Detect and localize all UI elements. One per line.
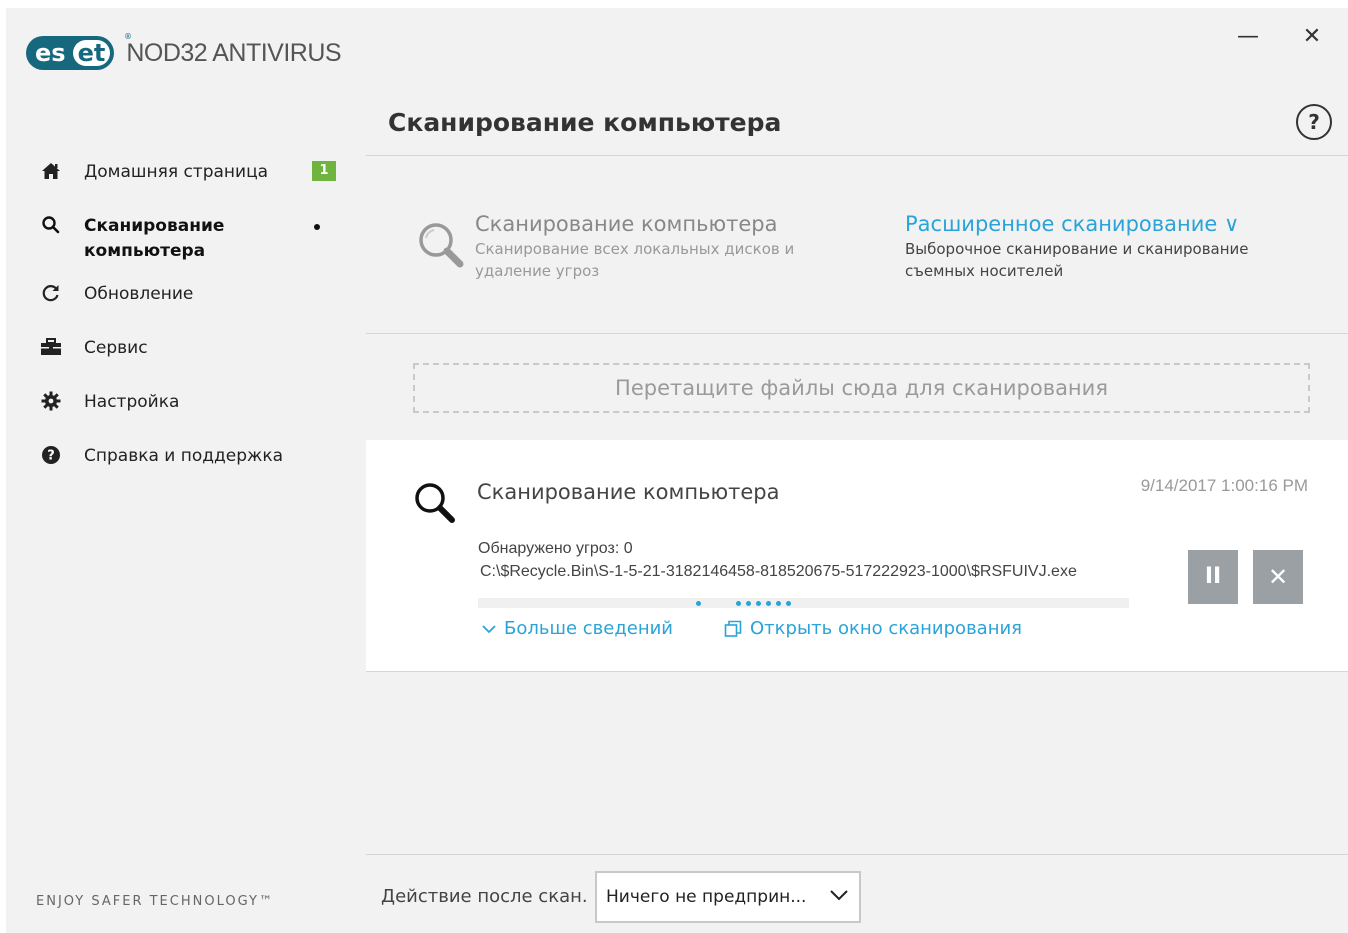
option-title[interactable]: Расширенное сканирование ∨ xyxy=(905,212,1305,236)
magnifier-icon xyxy=(414,218,470,274)
chevron-down-icon xyxy=(829,887,849,906)
svg-text:?: ? xyxy=(47,449,55,464)
option-title: Сканирование компьютера xyxy=(475,212,778,236)
sidebar-item-home[interactable]: Домашняя страница 1 xyxy=(6,148,356,202)
page-title: Сканирование компьютера xyxy=(388,108,782,137)
sidebar-item-label: Справка и поддержка xyxy=(84,446,284,466)
scan-title: Сканирование компьютера xyxy=(477,480,780,504)
active-indicator-dot xyxy=(314,224,320,230)
pause-button[interactable]: II xyxy=(1188,550,1238,604)
search-icon xyxy=(40,214,62,236)
progress-dot xyxy=(696,601,701,606)
product-name: NOD32 ANTIVIRUS xyxy=(126,38,342,67)
threats-count: Обнаружено угроз: 0 xyxy=(478,540,633,557)
logo-text-left: es xyxy=(35,39,66,67)
after-scan-action-label: Действие после скан. xyxy=(381,886,588,907)
logo-badge: es et xyxy=(26,36,115,70)
logo-text-right: et xyxy=(72,40,111,66)
option-description: Выборочное сканирование и сканирование с… xyxy=(905,240,1249,280)
sidebar-item-tools[interactable]: Сервис xyxy=(6,324,356,378)
close-button[interactable]: ✕ xyxy=(1292,22,1332,52)
sidebar-item-computer-scan[interactable]: Сканирование компьютера xyxy=(6,202,356,270)
more-details-label: Больше сведений xyxy=(504,618,674,639)
more-details-link[interactable]: Больше сведений xyxy=(482,618,673,639)
current-file-path: C:\$Recycle.Bin\S-1-5-21-3182146458-8185… xyxy=(480,563,1077,580)
sidebar-item-update[interactable]: Обновление xyxy=(6,270,356,324)
progress-dot xyxy=(776,601,781,606)
sidebar-item-label: Настройка xyxy=(84,392,180,412)
scan-timestamp: 9/14/2017 1:00:16 PM xyxy=(1140,476,1308,495)
tagline: ENJOY SAFER TECHNOLOGY™ xyxy=(36,894,274,909)
options-divider xyxy=(366,333,1348,334)
sidebar-item-label: Домашняя страница xyxy=(84,162,269,182)
computer-scan-text: Сканирование компьютера Сканирование все… xyxy=(475,212,835,282)
chevron-down-icon xyxy=(482,624,496,634)
progress-dot xyxy=(746,601,751,606)
after-scan-action-value: Ничего не предприн... xyxy=(606,887,807,907)
minimize-button[interactable]: — xyxy=(1228,22,1268,52)
open-scan-window-link[interactable]: Открыть окно сканирования xyxy=(724,618,1022,639)
sidebar-item-label: Обновление xyxy=(84,284,194,304)
card-divider xyxy=(366,671,1348,672)
progress-dot xyxy=(786,601,791,606)
briefcase-icon xyxy=(40,336,62,358)
sidebar-item-settings[interactable]: Настройка xyxy=(6,378,356,432)
progress-dot xyxy=(766,601,771,606)
app-window: es et ® NOD32 ANTIVIRUS — ✕ Домашняя стр… xyxy=(6,8,1348,933)
after-scan-action-select[interactable]: Ничего не предприн... xyxy=(595,871,861,923)
logo-registered-mark: ® xyxy=(124,32,132,41)
help-button[interactable]: ? xyxy=(1296,104,1332,140)
open-scan-window-label: Открыть окно сканирования xyxy=(750,618,1023,639)
gear-icon xyxy=(40,390,62,412)
header-divider xyxy=(366,155,1348,156)
sidebar-item-label: Сканирование компьютера xyxy=(84,216,225,261)
sidebar-item-label: Сервис xyxy=(84,338,148,358)
drop-zone[interactable]: Перетащите файлы сюда для сканирования xyxy=(413,363,1310,413)
eset-logo: es et ® NOD32 ANTIVIRUS xyxy=(26,32,342,70)
scan-progress-bar xyxy=(478,598,1129,608)
advanced-scan-option[interactable]: Расширенное сканирование ∨ Выборочное ск… xyxy=(905,212,1305,282)
sidebar-item-help[interactable]: ? Справка и поддержка xyxy=(6,432,356,486)
progress-dot xyxy=(756,601,761,606)
magnifier-icon xyxy=(410,478,462,530)
stop-button[interactable]: ✕ xyxy=(1253,550,1303,604)
window-icon xyxy=(724,620,742,638)
refresh-icon xyxy=(40,282,62,304)
help-icon: ? xyxy=(40,444,62,466)
footer-divider xyxy=(366,854,1348,855)
option-description: Сканирование всех локальных дисков и уда… xyxy=(475,240,795,280)
sidebar: Домашняя страница 1 Сканирование компьют… xyxy=(6,148,356,486)
home-icon xyxy=(40,160,62,182)
scan-progress-card: Сканирование компьютера 9/14/2017 1:00:1… xyxy=(366,440,1348,671)
progress-dot xyxy=(736,601,741,606)
notification-badge: 1 xyxy=(312,161,336,181)
